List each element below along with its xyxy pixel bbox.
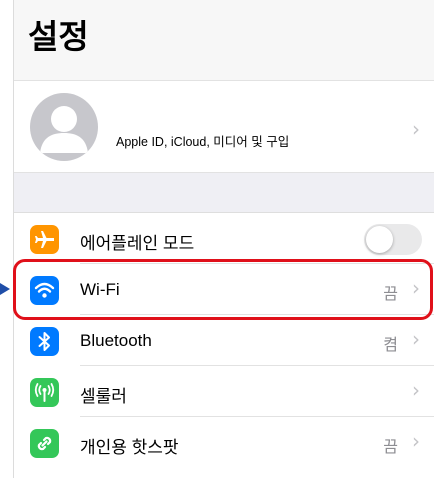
avatar (30, 93, 98, 161)
cellular-row[interactable]: 셀룰러 › (14, 366, 434, 417)
person-silhouette-icon (40, 106, 88, 153)
apple-id-label: Apple ID, iCloud, 미디어 및 구입 (116, 135, 290, 149)
chevron-right-icon: › (412, 117, 420, 141)
apple-id-row[interactable]: Apple ID, iCloud, 미디어 및 구입 › (14, 80, 434, 173)
title-bar: 설정 (14, 0, 434, 80)
airplane-mode-row[interactable]: 에어플레인 모드 (14, 213, 434, 264)
hotspot-label: 개인용 핫스팟 (80, 438, 179, 457)
page-title: 설정 (28, 17, 89, 56)
hotspot-row[interactable]: 개인용 핫스팟 끔 › (14, 417, 434, 468)
settings-panel: 설정 Apple ID, iCloud, 미디어 및 구입 › 에어플레인 모드 (13, 0, 434, 478)
bluetooth-icon (30, 327, 59, 356)
airplane-icon (30, 225, 59, 254)
bluetooth-label: Bluetooth (80, 331, 152, 350)
hotspot-status: 끔 (383, 437, 398, 456)
chevron-right-icon: › (412, 327, 420, 351)
airplane-mode-toggle[interactable] (364, 224, 422, 255)
bluetooth-status: 켬 (383, 335, 398, 354)
toggle-knob (366, 226, 393, 253)
chevron-right-icon: › (412, 378, 420, 402)
chevron-right-icon: › (412, 429, 420, 453)
wifi-highlight-box (13, 259, 433, 320)
pointer-arrow-icon (0, 283, 10, 295)
section-gap (14, 173, 434, 213)
airplane-mode-label: 에어플레인 모드 (80, 234, 195, 253)
hotspot-icon (30, 429, 59, 458)
cellular-icon (30, 378, 59, 407)
settings-list: 에어플레인 모드 Wi-Fi 끔 › Bluetooth 켬 › 셀룰러 › 개… (14, 213, 434, 468)
bluetooth-row[interactable]: Bluetooth 켬 › (14, 315, 434, 366)
cellular-label: 셀룰러 (80, 387, 127, 406)
